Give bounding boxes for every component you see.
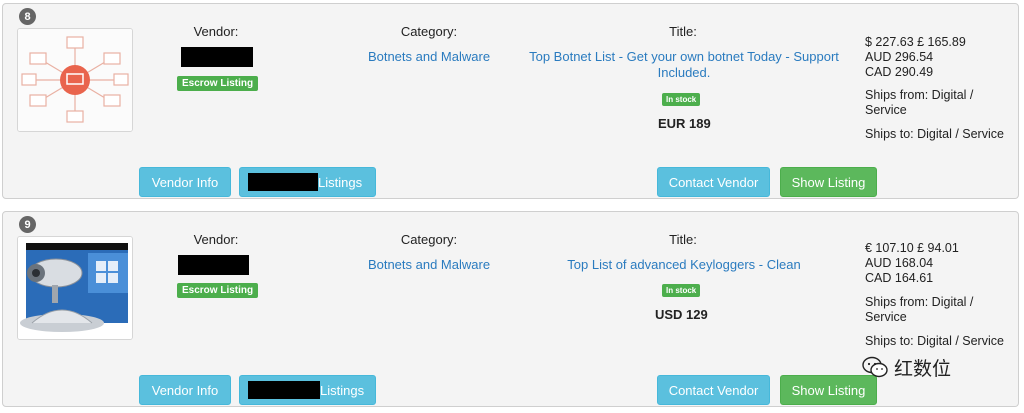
listings-label: Listings [318,174,363,190]
ships-to: Ships to: Digital / Service [865,127,1004,141]
watermark: 红数位 [862,350,1002,384]
category-link[interactable]: Botnets and Malware [359,49,499,64]
title-label: Title: [669,24,697,39]
vendor-label: Vendor: [193,232,239,247]
listing-title-link[interactable]: Top Botnet List - Get your own botnet To… [527,49,841,81]
redacted-vendor-name [248,173,318,191]
escrow-badge: Escrow Listing [177,76,259,91]
category-label: Category: [400,24,458,39]
wechat-icon [862,356,888,378]
ships-to: Ships to: Digital / Service [865,334,1004,348]
listing-price: USD 129 [655,307,708,322]
ships-from: Ships from: Digital / Service [865,88,974,117]
redacted-vendor-name [181,47,253,67]
redacted-vendor-name [248,381,320,399]
price-info: € 107.10 £ 94.01 AUD 168.04 CAD 164.61 S… [865,241,1015,349]
stock-badge: In stock [662,93,701,106]
vendor-label: Vendor: [193,24,239,39]
rank-badge: 9 [19,216,36,233]
conversion-line: AUD 296.54 [865,50,934,64]
listings-label: Listings [320,382,365,398]
conversion-line: $ 227.63 £ 165.89 [865,35,966,49]
listing-title-link[interactable]: Top List of advanced Keyloggers - Clean [547,257,821,272]
vendor-listings-button[interactable]: Listings [239,167,376,197]
contact-vendor-button[interactable]: Contact Vendor [657,167,770,197]
watermark-text: 红数位 [894,357,952,380]
show-listing-button[interactable]: Show Listing [780,167,877,197]
conversion-line: € 107.10 £ 94.01 [865,241,959,255]
vendor-info-button[interactable]: Vendor Info [139,167,231,197]
listing-card: 8 Vendor: Escrow Listing Category: Botne… [2,3,1019,199]
redacted-vendor-name [178,255,249,275]
category-link[interactable]: Botnets and Malware [359,257,499,272]
conversion-line: CAD 164.61 [865,271,934,285]
price-info: $ 227.63 £ 165.89 AUD 296.54 CAD 290.49 … [865,35,1015,142]
conversion-line: AUD 168.04 [865,256,934,270]
stock-badge: In stock [662,284,701,297]
listing-thumbnail[interactable] [17,28,133,132]
category-label: Category: [400,232,458,247]
escrow-badge: Escrow Listing [177,283,259,298]
vendor-listings-button[interactable]: Listings [239,375,376,405]
listing-thumbnail[interactable] [17,236,133,340]
vendor-info-button[interactable]: Vendor Info [139,375,231,405]
listing-price: EUR 189 [658,116,711,131]
ships-from: Ships from: Digital / Service [865,295,974,324]
contact-vendor-button[interactable]: Contact Vendor [657,375,770,405]
conversion-line: CAD 290.49 [865,65,934,79]
title-label: Title: [669,232,697,247]
rank-badge: 8 [19,8,36,25]
